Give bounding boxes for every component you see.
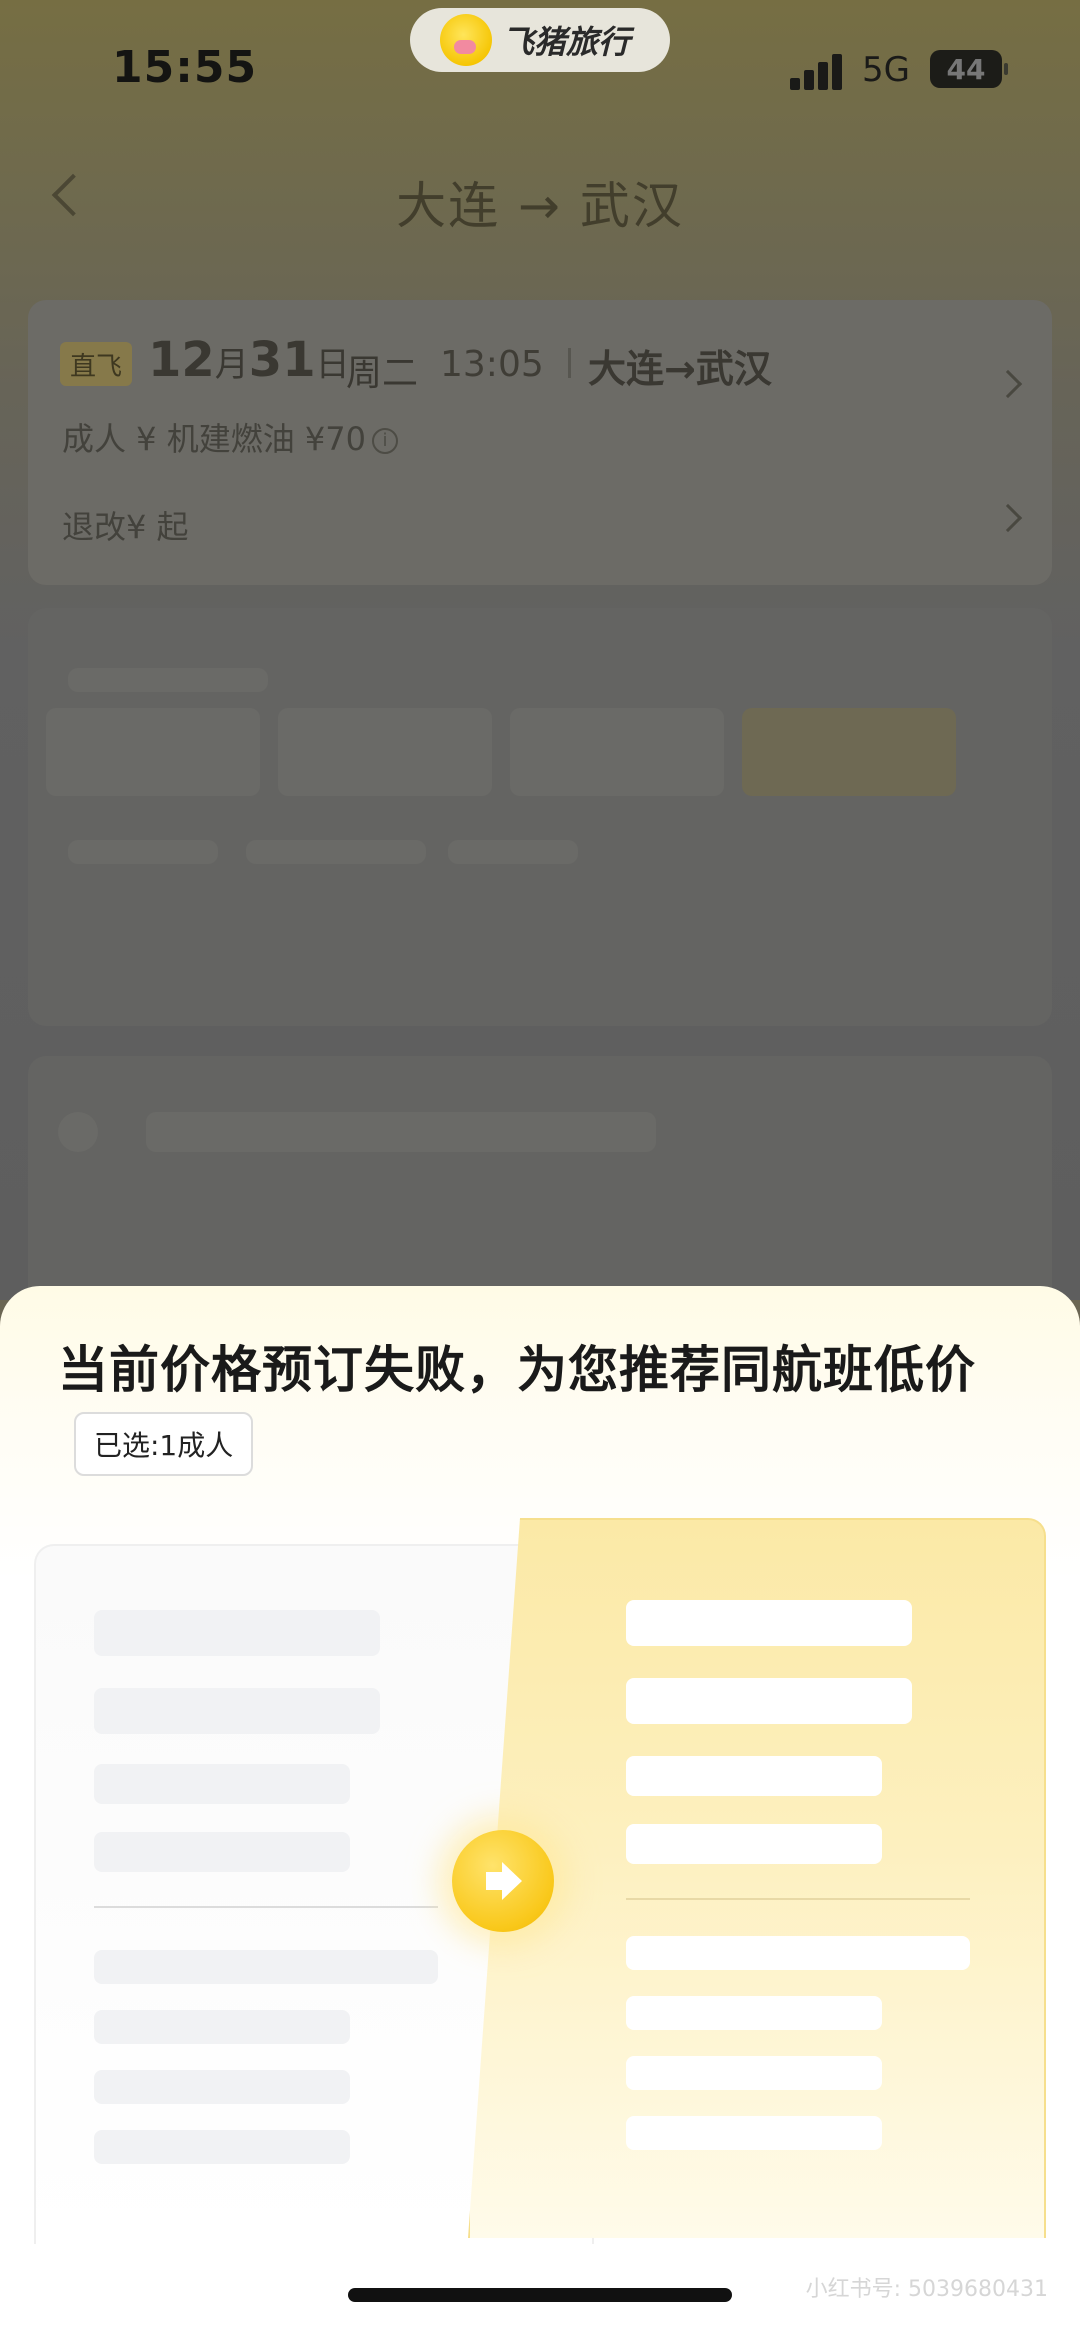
flight-weekday: 周二 [346,353,419,394]
flight-route: 大连→武汉 [588,347,772,391]
refund-line[interactable]: 退改¥ 起 [62,502,189,548]
day-unit: 日 [315,345,350,385]
skeleton-bar [68,668,268,692]
price-text: 成人 ¥ 机建燃油 ¥70 [62,420,366,458]
selected-passenger-chip[interactable]: 已选:1成人 [74,1412,254,1476]
skeleton-bar [94,1764,350,1804]
status-time: 15:55 [112,42,258,93]
divider [626,1898,970,1900]
direct-flight-badge: 直飞 [60,342,133,386]
skeleton-bar [626,2116,882,2150]
page-title: 大连 → 武汉 [396,177,684,235]
skeleton-bar [448,840,578,864]
skeleton-block [278,708,492,796]
flight-time: 13:05 [440,344,544,385]
home-indicator[interactable] [348,2288,732,2302]
placeholder-card [28,1056,1052,1316]
skeleton-bar [626,1756,882,1796]
skeleton-block [46,708,260,796]
skeleton-bar [626,1600,912,1646]
skeleton-dot [58,1112,98,1152]
background-page: 15:55 飞猪旅行 5G 44 大连 → 武汉 直飞 12月31日 周二 13… [0,0,1080,1316]
arrow-right-icon[interactable] [452,1830,554,1932]
flight-day: 31 [248,332,316,388]
skeleton-bar [94,2130,350,2164]
month-unit: 月 [214,345,249,385]
skeleton-bar [626,1824,882,1864]
skeleton-bar [94,1610,380,1656]
battery-icon: 44 [930,50,1008,88]
skeleton-bar [626,1936,970,1970]
placeholder-card [28,608,1052,1026]
skeleton-bar [94,1688,380,1734]
skeleton-bar [246,840,426,864]
skeleton-bar [626,1678,912,1724]
flight-date: 12月31日 [148,332,350,388]
app-pill[interactable]: 飞猪旅行 [410,8,670,72]
info-icon[interactable]: i [371,428,398,454]
skeleton-bar [94,1950,438,1984]
new-price-illustration [468,1518,1046,2238]
recommend-sheet: 当前价格预订失败，为您推荐同航班低价 已选:1成人 小红书号: 50396804… [0,1286,1080,2337]
sheet-title: 当前价格预订失败，为您推荐同航班低价 [58,1341,976,1399]
skeleton-bar [94,1832,350,1872]
signal-icon [790,54,844,90]
divider [94,1906,438,1908]
app-name: 飞猪旅行 [502,23,631,61]
skeleton-bar [626,1996,882,2030]
status-bar: 15:55 飞猪旅行 5G 44 [0,0,1080,140]
network-type: 5G [862,50,910,90]
skeleton-block [510,708,724,796]
watermark: 小红书号: 5039680431 [805,2277,1048,2302]
skeleton-block [742,708,956,796]
skeleton-bar [626,2056,882,2090]
skeleton-bar [94,2010,350,2044]
arrow-right-icon-glyph [486,1862,522,1900]
skeleton-bar [68,840,218,864]
skeleton-bar [146,1112,656,1152]
price-line: 成人 ¥ 机建燃油 ¥70 i [62,414,398,460]
divider [568,348,571,378]
flight-month: 12 [148,332,215,388]
pig-logo-icon [440,14,492,66]
skeleton-bar [94,2070,350,2104]
